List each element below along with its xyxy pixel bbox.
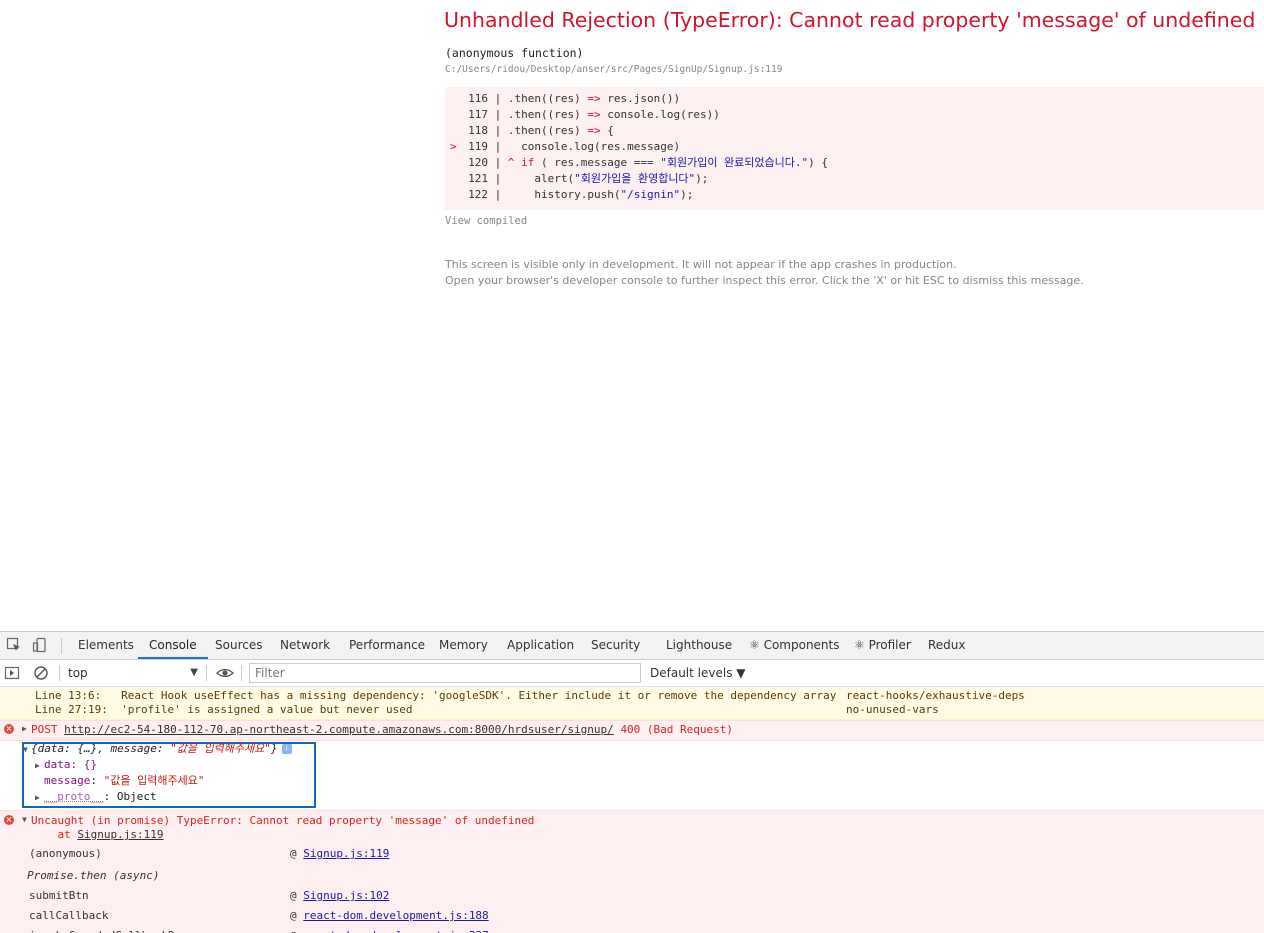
tab-profiler[interactable]: ⚛ Profiler: [843, 632, 922, 659]
object-proto-prop[interactable]: __proto__: Object: [44, 789, 157, 805]
tab-components[interactable]: ⚛ Components: [738, 632, 851, 659]
stack-function: callCallback: [29, 909, 108, 923]
devtools-panel: Elements Console Sources Network Performance…: [0, 631, 1264, 933]
tab-sources[interactable]: Sources: [204, 632, 273, 659]
tab-performance[interactable]: Performance: [338, 632, 436, 659]
inspect-element-icon[interactable]: [6, 637, 22, 653]
post-url-link[interactable]: http://ec2-54-180-112-70.ap-northeast-2.…: [64, 723, 614, 736]
post-status: 400 (Bad Request): [620, 723, 733, 736]
stack-location[interactable]: @ react-dom.development.js:237: [290, 929, 489, 933]
object-message-prop: message: "값을 입력해주세요": [44, 773, 204, 789]
uncaught-at-link[interactable]: Signup.js:119: [77, 828, 163, 841]
context-value: top: [68, 666, 88, 680]
code-line: 120 | ^ if ( res.message === "회원가입이 완료되었…: [450, 155, 828, 171]
tab-console[interactable]: Console: [138, 632, 208, 659]
filter-input[interactable]: Filter: [249, 663, 641, 683]
expand-arrow-icon[interactable]: ▶: [22, 724, 27, 733]
toolbar-separator: [206, 665, 207, 681]
file-path-link[interactable]: C:/Users/ridou/Desktop/anser/src/Pages/S…: [445, 64, 782, 75]
device-toolbar-icon[interactable]: [32, 637, 48, 653]
stack-function: submitBtn: [29, 889, 89, 903]
warning-rule: no-unused-vars: [846, 703, 939, 717]
default-levels-dropdown[interactable]: Default levels ▼: [650, 664, 746, 682]
toolbar-separator: [59, 665, 60, 681]
info-icon: i: [282, 744, 292, 754]
error-overlay: Unhandled Rejection (TypeError): Cannot …: [0, 0, 1264, 631]
collapse-arrow-icon[interactable]: ▼: [23, 745, 28, 754]
code-line: 117 | .then((res) => console.log(res)): [450, 107, 720, 123]
expand-arrow-icon[interactable]: ▶: [35, 793, 40, 802]
expand-arrow-icon[interactable]: ▶: [35, 761, 40, 770]
object-log-row: ▼ {data: {…}, message: "값을 입력해주세요"} i ▶ d…: [0, 741, 1264, 809]
warning-rule: react-hooks/exhaustive-deps: [846, 689, 1025, 703]
object-data-prop[interactable]: data: {}: [44, 757, 97, 773]
context-selector[interactable]: top ▼: [68, 664, 200, 682]
tab-network[interactable]: Network: [269, 632, 341, 659]
stack-location[interactable]: @ Signup.js:119: [290, 847, 389, 861]
sidebar-toggle-icon[interactable]: [4, 665, 20, 681]
code-line: 116 | .then((res) => res.json()): [450, 91, 680, 107]
uncaught-error-row: × ▼ Uncaught (in promise) TypeError: Can…: [0, 810, 1264, 933]
stack-function: invokeGuardedCallbackDev: [29, 929, 188, 933]
dropdown-arrow-icon: ▼: [190, 664, 198, 682]
stack-function: (anonymous): [29, 847, 102, 861]
error-title: Unhandled Rejection (TypeError): Cannot …: [444, 6, 1259, 34]
uncaught-error-text: Uncaught (in promise) TypeError: Cannot …: [31, 814, 534, 828]
devtools-tabbar: Elements Console Sources Network Performance…: [0, 632, 1264, 660]
code-line: 118 | .then((res) => {: [450, 123, 614, 139]
dev-note-line-1: This screen is visible only in developme…: [445, 258, 957, 271]
code-line: >119 | console.log(res.message): [450, 139, 680, 155]
error-icon: ×: [4, 724, 14, 734]
tab-application[interactable]: Application: [496, 632, 585, 659]
eye-icon[interactable]: [216, 665, 232, 681]
stack-location[interactable]: @ react-dom.development.js:188: [290, 909, 489, 923]
warning-line: Line 13:6: React Hook useEffect has a mi…: [35, 689, 836, 703]
tab-elements[interactable]: Elements: [67, 632, 145, 659]
console-toolbar: top ▼ Filter Default levels ▼: [0, 660, 1264, 687]
network-error-row[interactable]: × ▶ POST http://ec2-54-180-112-70.ap-nor…: [0, 720, 1264, 741]
post-method: POST: [31, 723, 58, 736]
tab-memory[interactable]: Memory: [428, 632, 499, 659]
code-frame: 116 | .then((res) => res.json()) 117 | .t…: [445, 87, 1264, 210]
warning-message: Line 13:6: React Hook useEffect has a mi…: [0, 687, 1264, 720]
code-line: 121 | alert("회원가입을 환영합니다");: [450, 171, 708, 187]
tab-redux[interactable]: Redux: [917, 632, 977, 659]
function-name: (anonymous function): [445, 46, 583, 60]
tab-lighthouse[interactable]: Lighthouse: [655, 632, 743, 659]
tab-security[interactable]: Security: [580, 632, 651, 659]
uncaught-at-line: at Signup.js:119: [31, 828, 163, 842]
tabbar-separator: [61, 638, 62, 654]
view-compiled-link[interactable]: View compiled: [445, 215, 527, 227]
dev-note-line-2: Open your browser's developer console to…: [445, 274, 1084, 287]
code-line: 122 | history.push("/signin");: [450, 187, 693, 203]
toolbar-separator: [241, 665, 242, 681]
stack-function: Promise.then (async): [27, 869, 159, 883]
object-summary[interactable]: {data: {…}, message: "값을 입력해주세요"} i: [31, 741, 292, 757]
error-icon: ×: [4, 815, 14, 825]
clear-console-icon[interactable]: [33, 665, 49, 681]
console-output: Line 13:6: React Hook useEffect has a mi…: [0, 687, 1264, 933]
warning-line: Line 27:19: 'profile' is assigned a valu…: [35, 703, 413, 717]
collapse-arrow-icon[interactable]: ▼: [22, 815, 27, 824]
stack-location[interactable]: @ Signup.js:102: [290, 889, 389, 903]
